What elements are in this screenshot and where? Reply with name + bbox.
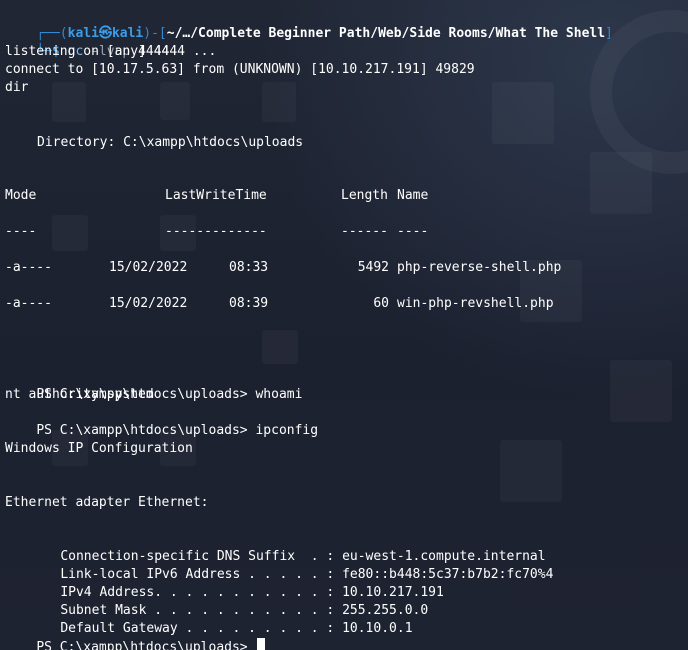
- ip-entry: Subnet Mask . . . . . . . . . . . : 255.…: [29, 584, 428, 618]
- row-date: 15/02/2022: [109, 296, 188, 311]
- whoami-result: nt authority\system: [5, 387, 154, 402]
- row-name: win-php-revshell.php: [397, 296, 554, 311]
- output-listening: listening on [any] 4444 ...: [5, 44, 217, 59]
- row-mode: -a----: [5, 296, 52, 311]
- ip-config-title: Windows IP Configuration: [5, 441, 193, 456]
- prompt-path: ~/…/Complete Beginner Path/Web/Side Room…: [166, 26, 606, 41]
- background-desktop-icon: [262, 82, 296, 122]
- listing-dash-row: ---- ------------- ------ ----: [0, 223, 688, 241]
- header-length: Length: [341, 188, 388, 203]
- dash-lastwritetime: -------------: [165, 224, 267, 239]
- table-row: -a---- 15/02/2022 08:33 5492 php-reverse…: [0, 259, 688, 277]
- listing-header-row: Mode LastWriteTime Length Name: [0, 187, 688, 205]
- dash-length: ------: [341, 224, 388, 239]
- ps-prompt: PS C:\xampp\htdocs\uploads>: [36, 423, 248, 438]
- ps-prompt: PS C:\xampp\htdocs\uploads>: [36, 640, 248, 650]
- row-time: 08:33: [229, 260, 269, 275]
- background-desktop-icon: [52, 82, 86, 122]
- ip-entry-value: 10.10.0.1: [342, 621, 413, 636]
- table-row: -a---- 15/02/2022 08:39 60 win-php-revsh…: [0, 295, 688, 313]
- directory-line: Directory: C:\xampp\htdocs\uploads: [37, 135, 304, 150]
- row-name: php-reverse-shell.php: [397, 260, 562, 275]
- ip-entry: Link-local IPv6 Address . . . . . : fe80…: [29, 548, 553, 582]
- whoami-command: whoami: [255, 387, 303, 402]
- output-connect: connect to [10.17.5.63] from (UNKNOWN) […: [5, 62, 475, 77]
- row-date: 15/02/2022: [109, 260, 188, 275]
- header-name: Name: [397, 188, 429, 203]
- prompt-header-line: ┌──(kali㉿kali)-[~/…/Complete Beginner Pa…: [5, 7, 613, 41]
- ip-entry: Connection-specific DNS Suffix . : eu-we…: [29, 530, 545, 564]
- dash-name: ----: [397, 224, 429, 239]
- row-length: 5492: [357, 260, 389, 275]
- background-desktop-icon: [262, 330, 298, 364]
- adapter-title: Ethernet adapter Ethernet:: [5, 495, 209, 510]
- prompt-frame-end: ]: [605, 26, 613, 41]
- ip-entry: IPv4 Address. . . . . . . . . . . : 10.1…: [29, 566, 444, 600]
- terminal-window[interactable]: ┌──(kali㉿kali)-[~/…/Complete Beginner Pa…: [0, 0, 688, 650]
- command-line: └─$ nc -lvnp 4444: [5, 25, 169, 59]
- background-square: [610, 360, 672, 422]
- background-square: [492, 82, 554, 144]
- ps-whoami-line: PS C:\xampp\htdocs\uploads> whoami: [5, 368, 302, 402]
- background-square: [500, 440, 562, 502]
- ps-ipconfig-line: PS C:\xampp\htdocs\uploads> ipconfig: [5, 404, 318, 438]
- background-desktop-icon: [160, 82, 190, 120]
- row-mode: -a----: [5, 260, 52, 275]
- row-time: 08:39: [229, 296, 269, 311]
- dash-mode: ----: [5, 224, 37, 239]
- final-prompt-line[interactable]: PS C:\xampp\htdocs\uploads>: [5, 620, 266, 650]
- ip-entry: Default Gateway . . . . . . . . . : 10.1…: [29, 602, 412, 636]
- header-lastwritetime: LastWriteTime: [165, 188, 267, 203]
- header-mode: Mode: [5, 188, 37, 203]
- cursor-block-icon: [257, 638, 266, 650]
- row-length: 60: [373, 296, 389, 311]
- ipconfig-command: ipconfig: [255, 423, 319, 438]
- output-dir-command: dir: [5, 80, 29, 95]
